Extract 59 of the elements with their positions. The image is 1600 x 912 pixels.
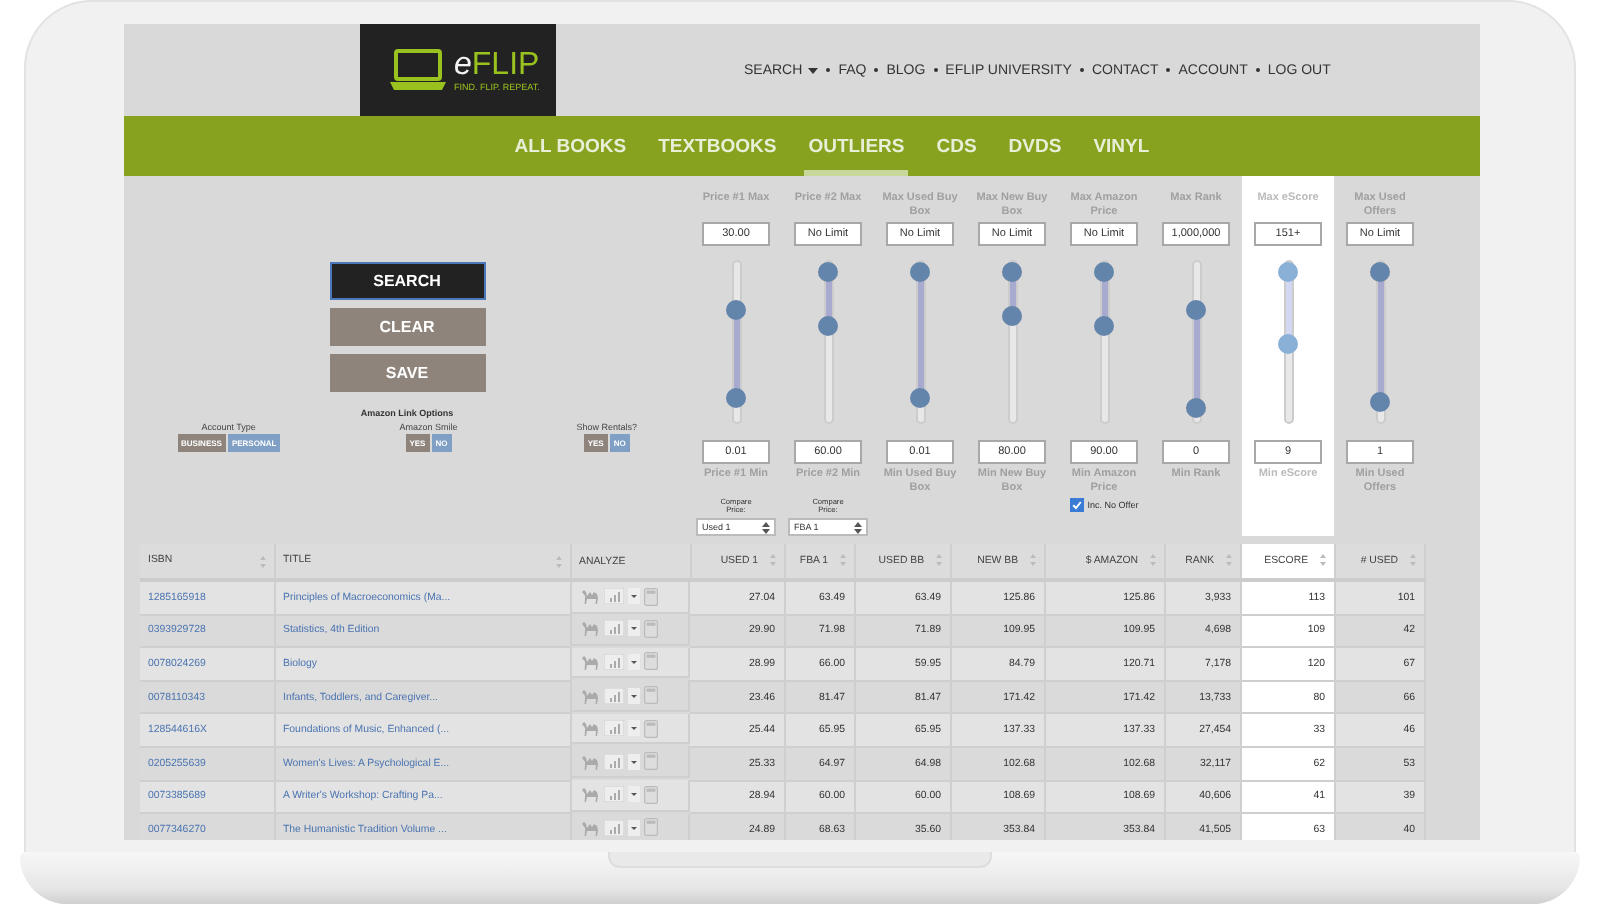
sort-icon[interactable]	[769, 554, 775, 567]
range-slider-track[interactable]	[915, 260, 925, 424]
action-button[interactable]: CLEAR	[329, 308, 485, 346]
caret-icon[interactable]	[627, 620, 639, 637]
slider-thumb[interactable]	[1186, 299, 1206, 320]
sort-icon[interactable]	[839, 554, 845, 567]
sort-icon[interactable]	[259, 556, 265, 568]
camel-icon[interactable]	[579, 588, 599, 605]
sort-icon[interactable]	[1149, 554, 1155, 567]
action-button[interactable]: SEARCH	[329, 262, 485, 300]
slider-thumb[interactable]	[1002, 306, 1022, 327]
stepper-icon[interactable]	[854, 521, 862, 533]
range-slider-track[interactable]	[1283, 260, 1293, 424]
camel-icon[interactable]	[579, 720, 599, 737]
camel-icon[interactable]	[579, 620, 599, 637]
range-slider-track[interactable]	[1375, 260, 1385, 424]
slider-thumb[interactable]	[1370, 392, 1390, 413]
caret-icon[interactable]	[627, 819, 639, 836]
slider-thumb[interactable]	[818, 316, 838, 337]
slider-thumb[interactable]	[726, 299, 746, 320]
slider-thumb[interactable]	[1278, 334, 1298, 355]
checkbox[interactable]	[1069, 498, 1084, 512]
slider-thumb[interactable]	[1186, 397, 1206, 418]
logo-text: eFLIP	[454, 49, 540, 81]
caret-icon[interactable]	[627, 588, 639, 605]
slider-thumb[interactable]	[910, 388, 930, 408]
camel-icon[interactable]	[579, 786, 599, 803]
sort-icon[interactable]	[1029, 554, 1035, 567]
caret-icon[interactable]	[627, 687, 639, 704]
sort-icon[interactable]	[1225, 554, 1231, 567]
sort-icon[interactable]	[935, 554, 941, 567]
slider-thumb[interactable]	[1002, 262, 1022, 282]
range-slider-track[interactable]	[1191, 260, 1201, 424]
slider-thumb[interactable]	[1094, 316, 1114, 337]
slider-thumb[interactable]	[1370, 262, 1390, 282]
caret-icon[interactable]	[627, 653, 639, 670]
stepper-icon[interactable]	[762, 521, 770, 533]
range-slider-track[interactable]	[1099, 260, 1109, 424]
slider-thumb[interactable]	[910, 262, 930, 282]
action-button[interactable]: SAVE	[329, 354, 485, 392]
caret-icon[interactable]	[627, 753, 639, 770]
camel-icon[interactable]	[579, 819, 599, 836]
camel-icon[interactable]	[579, 653, 599, 670]
caret-icon[interactable]	[627, 720, 639, 737]
sort-icon[interactable]	[1409, 554, 1415, 567]
sort-icon[interactable]	[1319, 554, 1325, 567]
slider-thumb[interactable]	[1094, 262, 1114, 282]
laptop-icon	[388, 48, 448, 92]
slider-thumb[interactable]	[818, 262, 838, 282]
camel-icon[interactable]	[579, 687, 599, 704]
slider-thumb[interactable]	[726, 388, 746, 408]
range-slider-track[interactable]	[731, 260, 741, 424]
range-slider-track[interactable]	[1007, 260, 1017, 424]
camel-icon[interactable]	[579, 753, 599, 770]
caret-icon[interactable]	[627, 786, 639, 803]
slider-thumb[interactable]	[1278, 262, 1298, 282]
caret-icon[interactable]	[808, 67, 819, 73]
sort-icon[interactable]	[555, 556, 561, 568]
range-slider-track[interactable]	[823, 260, 833, 424]
